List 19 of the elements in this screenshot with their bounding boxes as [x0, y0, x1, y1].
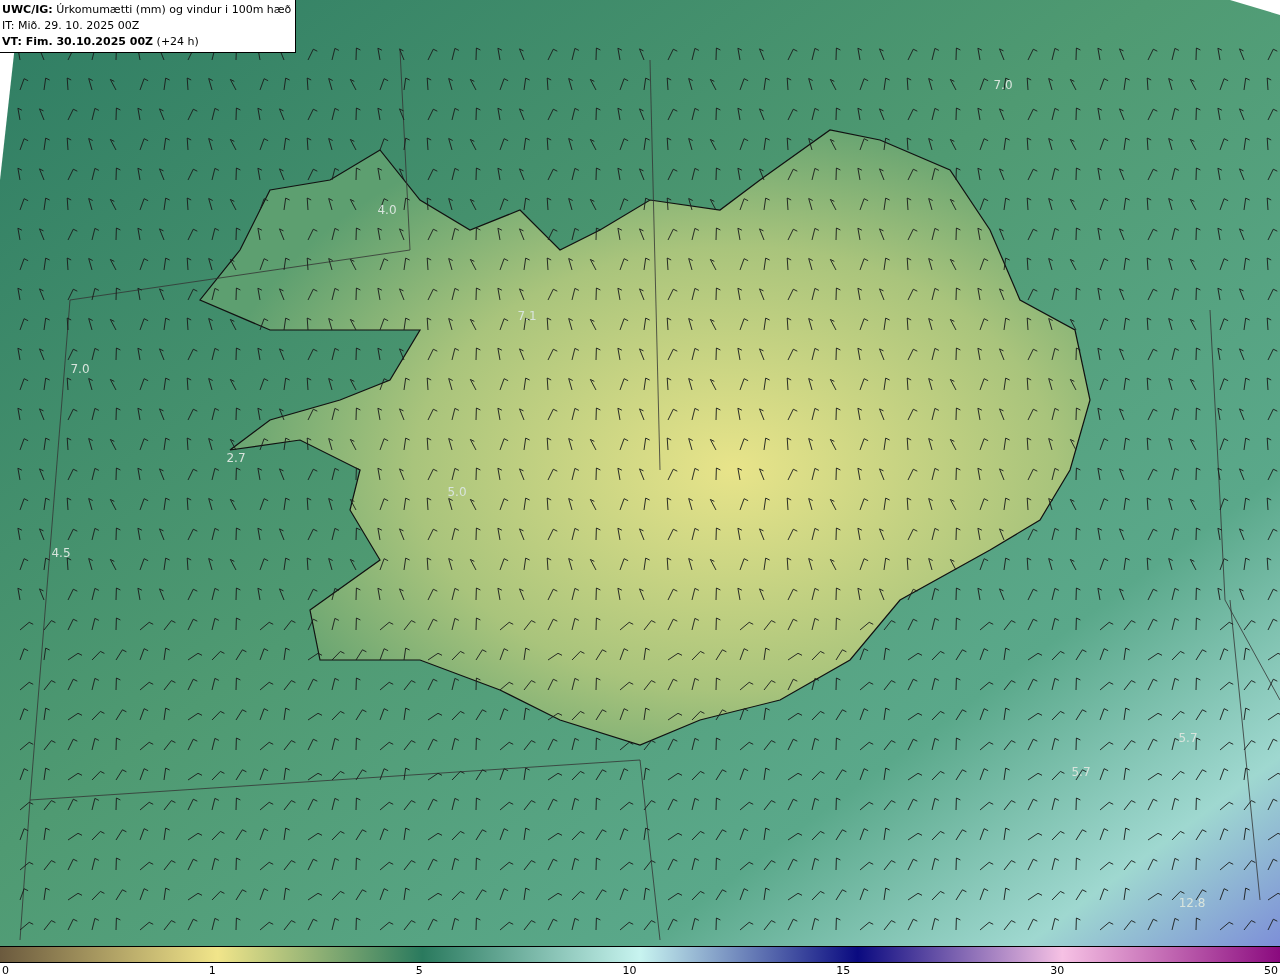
- colorbar-tick-label: 15: [836, 963, 851, 978]
- value-label: 5.0: [447, 485, 467, 499]
- value-label: 4.0: [377, 203, 397, 217]
- colorbar-tick-label: 30: [1050, 963, 1065, 978]
- legend-text: VT: Fim. 30.10.2025 00Z (+24 h): [2, 34, 200, 50]
- legend-text: UWC/IG: Úrkomumætti (mm) og vindur i 100m hæð: [2, 2, 292, 18]
- colorbar-tick-label: 0: [2, 963, 9, 978]
- colorbar-tick-label: 1: [208, 963, 216, 978]
- colorbar-tick-label: 50: [1263, 963, 1278, 978]
- colorbar-tick-label: 10: [622, 963, 637, 978]
- value-label: 2.7: [226, 451, 246, 465]
- colorbar-tick-label: 5: [415, 963, 423, 978]
- value-label: 7.0: [70, 362, 90, 376]
- legend-text: IT: Mið. 29. 10. 2025 00Z: [2, 18, 141, 34]
- value-label: 12.8: [1178, 896, 1206, 910]
- value-label: 4.5: [51, 546, 71, 560]
- value-label: 7.1: [517, 309, 537, 323]
- value-label: 7.0: [993, 78, 1013, 92]
- value-label: 5.7: [1178, 731, 1198, 745]
